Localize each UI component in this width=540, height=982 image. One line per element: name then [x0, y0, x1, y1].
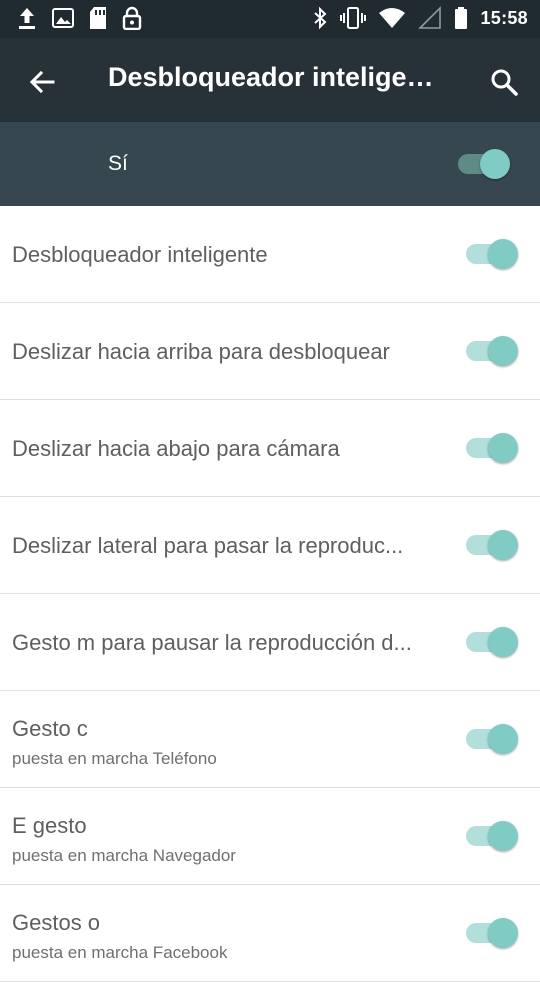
- setting-title: Gestos o: [12, 910, 101, 935]
- setting-row-smart-unlock[interactable]: Desbloqueador inteligente: [0, 206, 540, 303]
- clock: 15:58: [480, 7, 528, 28]
- toggle-thumb: [488, 433, 518, 463]
- setting-toggle[interactable]: [466, 239, 518, 269]
- setting-toggle[interactable]: [466, 433, 518, 463]
- toggle-thumb: [480, 149, 510, 179]
- setting-title: Deslizar lateral para pasar la reproduc.…: [12, 533, 404, 558]
- setting-row-gesture-o[interactable]: Gestos o puesta en marcha Facebook: [0, 885, 540, 982]
- lock-icon: [122, 6, 142, 30]
- setting-toggle[interactable]: [466, 530, 518, 560]
- toggle-thumb: [488, 239, 518, 269]
- master-toggle[interactable]: [458, 149, 510, 179]
- master-switch-label: Sí: [108, 152, 128, 175]
- setting-toggle[interactable]: [466, 821, 518, 851]
- back-button[interactable]: [26, 66, 58, 98]
- setting-subtitle: puesta en marcha Facebook: [12, 943, 228, 962]
- setting-toggle[interactable]: [466, 627, 518, 657]
- setting-row-gesture-m-pause[interactable]: Gesto m para pausar la reproducción d...: [0, 594, 540, 691]
- setting-row-swipe-up-unlock[interactable]: Deslizar hacia arriba para desbloquear: [0, 303, 540, 400]
- toggle-thumb: [488, 724, 518, 754]
- toggle-thumb: [488, 336, 518, 366]
- signal-icon: [418, 6, 442, 30]
- setting-toggle[interactable]: [466, 724, 518, 754]
- image-icon: [52, 7, 74, 29]
- setting-toggle[interactable]: [466, 918, 518, 948]
- setting-title: Desbloqueador inteligente: [12, 242, 268, 267]
- setting-title: Deslizar hacia arriba para desbloquear: [12, 339, 390, 364]
- wifi-icon: [378, 6, 406, 30]
- setting-title: E gesto: [12, 813, 87, 838]
- master-switch-bar[interactable]: Sí: [0, 122, 540, 206]
- setting-subtitle: puesta en marcha Teléfono: [12, 749, 217, 768]
- setting-row-swipe-down-camera[interactable]: Deslizar hacia abajo para cámara: [0, 400, 540, 497]
- setting-subtitle: puesta en marcha Navegador: [12, 846, 236, 865]
- search-icon: [488, 69, 520, 102]
- arrow-back-icon: [26, 70, 58, 102]
- toggle-thumb: [488, 821, 518, 851]
- battery-icon: [454, 6, 468, 30]
- setting-title: Gesto m para pausar la reproducción d...: [12, 630, 412, 655]
- setting-title: Deslizar hacia abajo para cámara: [12, 436, 340, 461]
- search-button[interactable]: [488, 66, 520, 98]
- setting-row-gesture-e[interactable]: E gesto puesta en marcha Navegador: [0, 788, 540, 885]
- app-bar: Desbloqueador intelige…: [0, 38, 540, 122]
- setting-row-swipe-lateral-playback[interactable]: Deslizar lateral para pasar la reproduc.…: [0, 497, 540, 594]
- setting-toggle[interactable]: [466, 336, 518, 366]
- setting-row-gesture-c[interactable]: Gesto c puesta en marcha Teléfono: [0, 691, 540, 788]
- status-bar: 15:58: [0, 0, 540, 38]
- bluetooth-icon: [312, 6, 328, 30]
- upload-icon: [16, 6, 38, 30]
- page-title: Desbloqueador intelige…: [108, 62, 434, 92]
- sd-card-icon: [88, 6, 108, 30]
- toggle-thumb: [488, 627, 518, 657]
- vibrate-icon: [340, 6, 367, 30]
- toggle-thumb: [488, 918, 518, 948]
- toggle-thumb: [488, 530, 518, 560]
- setting-title: Gesto c: [12, 716, 88, 741]
- settings-list: Desbloqueador inteligente Deslizar hacia…: [0, 206, 540, 982]
